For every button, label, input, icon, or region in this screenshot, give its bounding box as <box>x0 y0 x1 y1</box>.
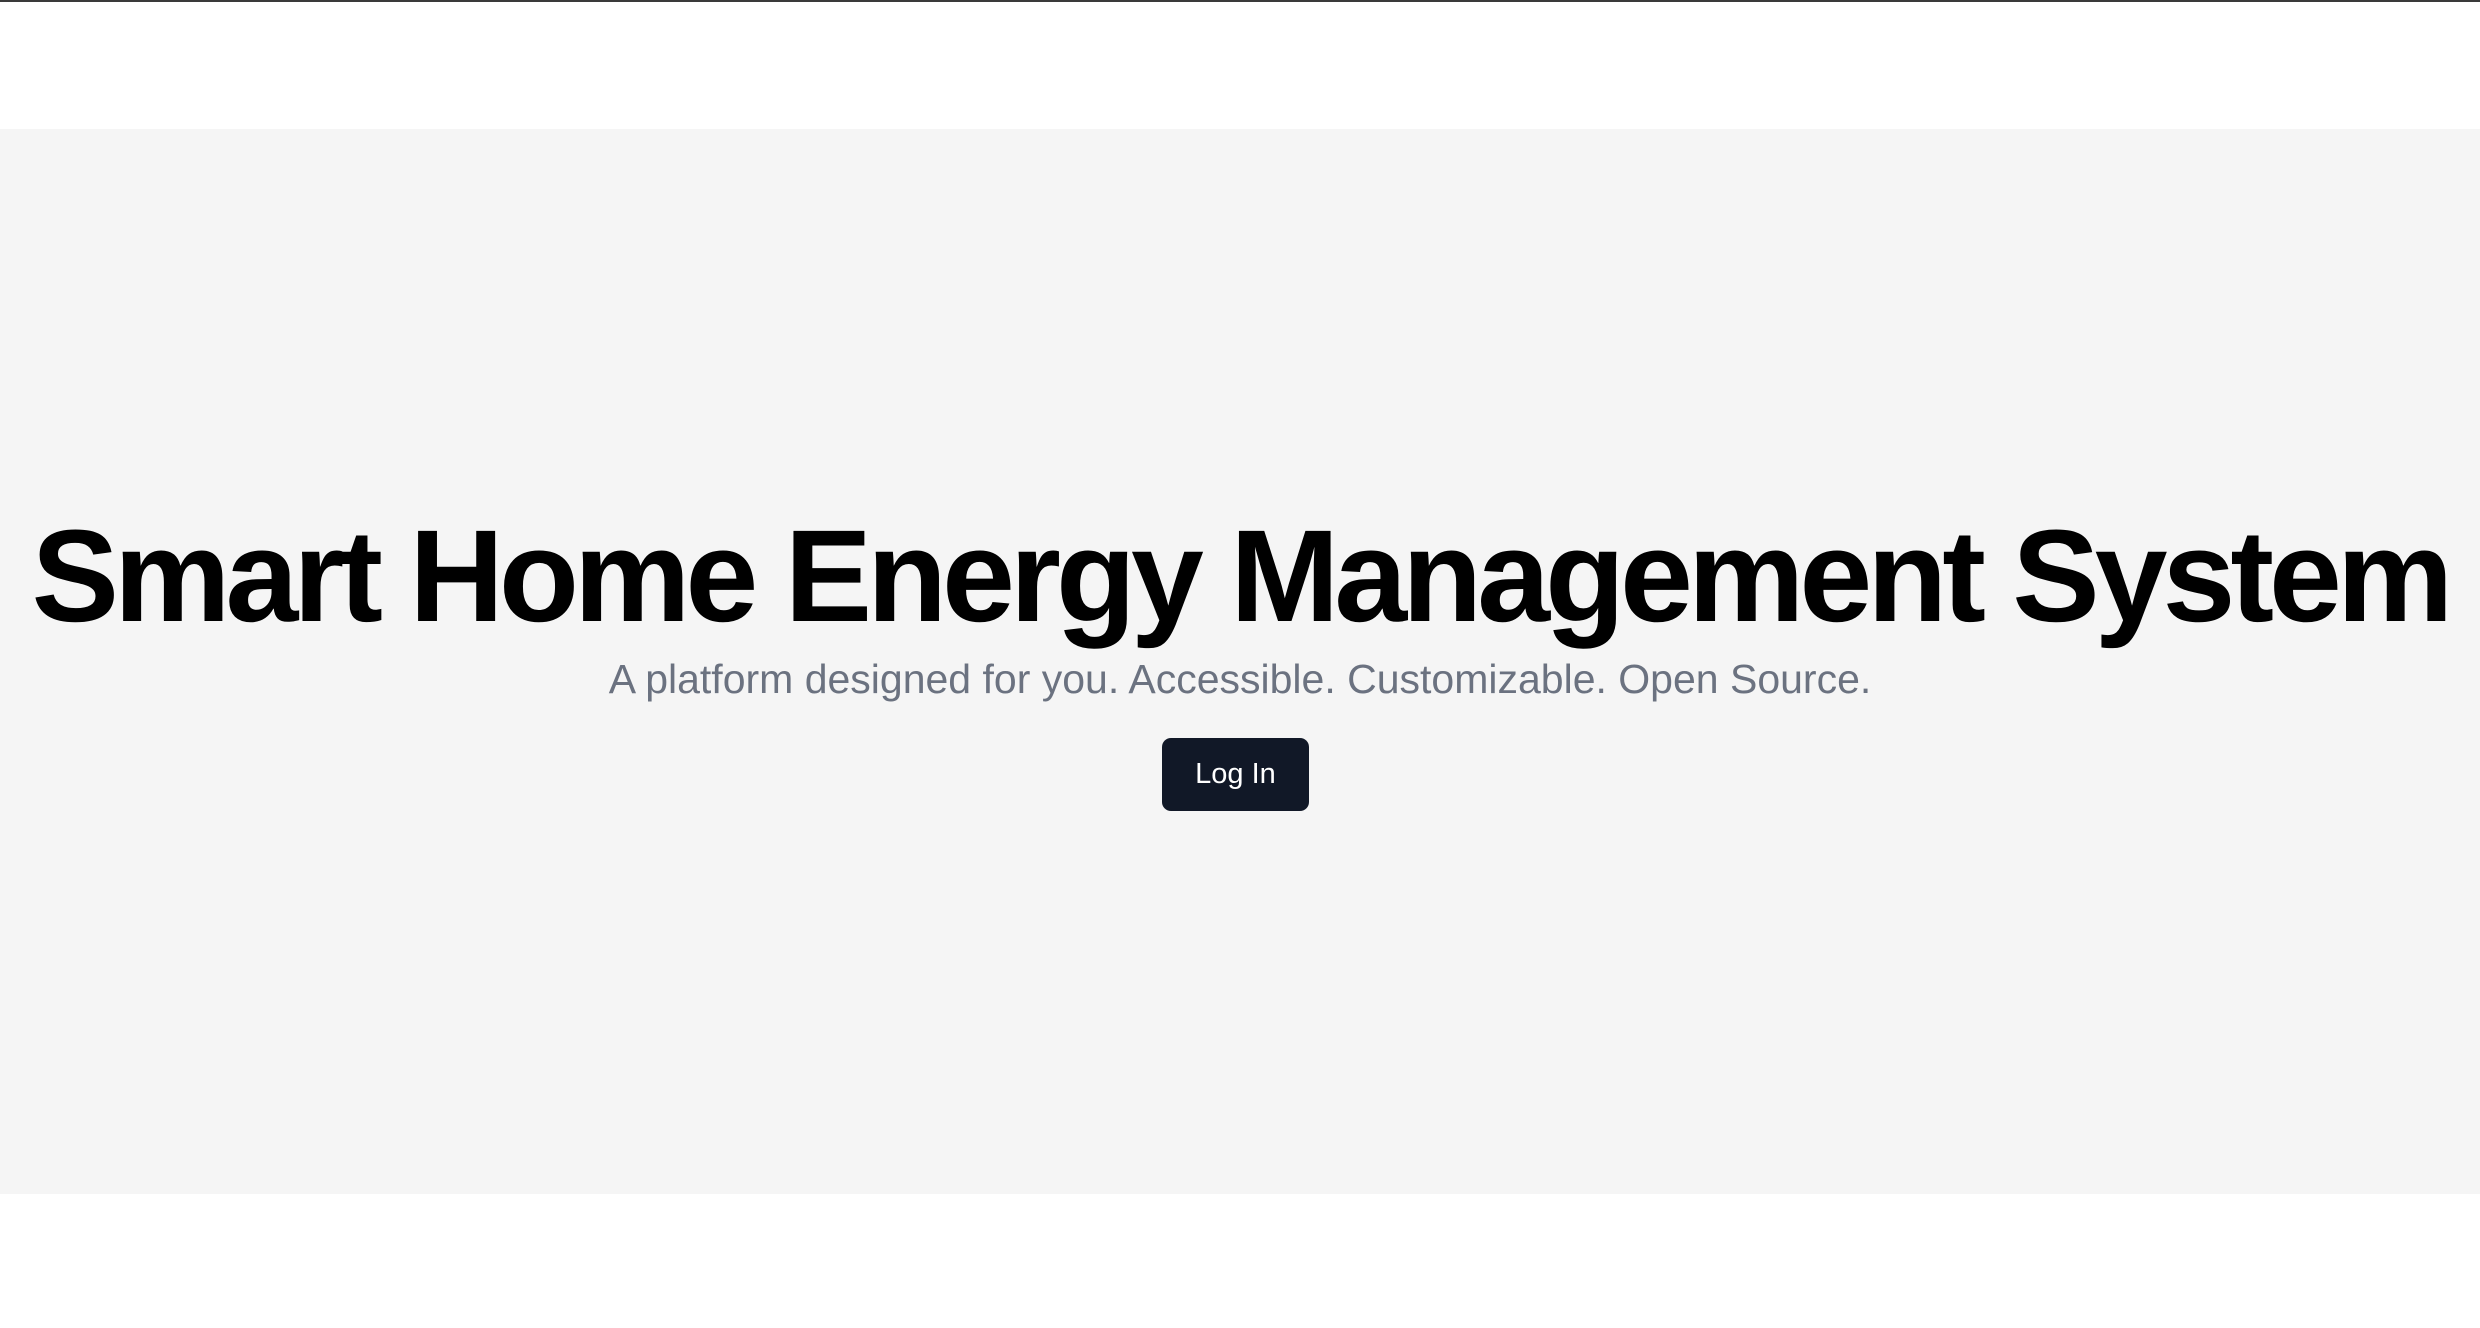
login-button[interactable]: Log In <box>1162 738 1309 811</box>
page: Smart Home Energy Management System A pl… <box>0 0 2480 1328</box>
header-area <box>0 2 2480 129</box>
page-subtitle: A platform designed for you. Accessible.… <box>608 656 1872 702</box>
page-title: Smart Home Energy Management System <box>31 502 2454 649</box>
footer-area <box>0 1194 2480 1328</box>
